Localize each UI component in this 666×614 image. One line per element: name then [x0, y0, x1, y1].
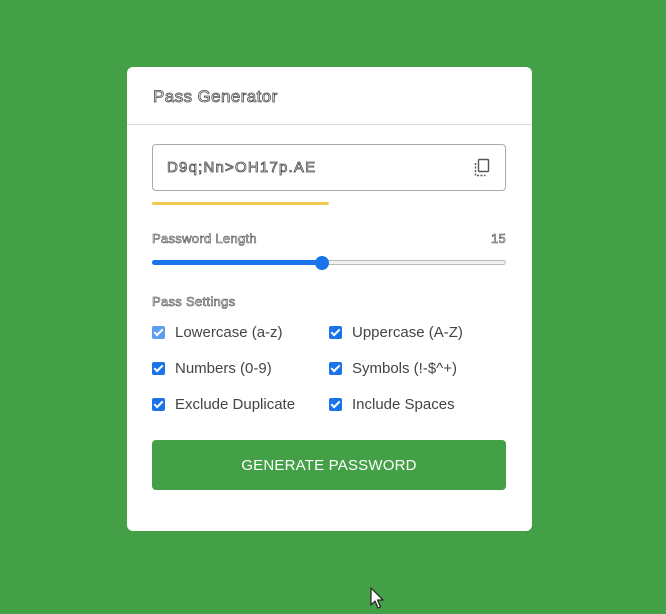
copy-icon[interactable] — [474, 158, 490, 177]
card-title: Pass Generator — [127, 67, 532, 125]
option-label: Uppercase (A-Z) — [352, 323, 463, 341]
option-label: Include Spaces — [352, 395, 455, 413]
option-numbers[interactable]: Numbers (0-9) — [152, 358, 329, 378]
card-body: D9q;Nn>OH17p.AE Password Length 15 Pass … — [127, 125, 532, 490]
slider-fill — [152, 260, 322, 265]
password-display[interactable]: D9q;Nn>OH17p.AE — [152, 144, 506, 191]
password-generator-card: Pass Generator D9q;Nn>OH17p.AE Password … — [127, 67, 532, 531]
option-exclude-duplicate[interactable]: Exclude Duplicate — [152, 394, 329, 414]
numbers-checkbox[interactable] — [152, 361, 165, 375]
option-include-spaces[interactable]: Include Spaces — [329, 394, 506, 414]
strength-indicator — [152, 202, 506, 205]
uppercase-checkbox[interactable] — [329, 325, 342, 339]
option-symbols[interactable]: Symbols (!-$^+) — [329, 358, 506, 378]
length-label: Password Length — [152, 231, 257, 247]
option-label: Lowercase (a-z) — [175, 323, 283, 341]
slider-thumb[interactable] — [314, 256, 329, 270]
settings-options: Lowercase (a-z) Uppercase (A-Z) Numbers … — [152, 322, 506, 414]
lowercase-checkbox[interactable] — [152, 325, 165, 339]
option-uppercase[interactable]: Uppercase (A-Z) — [329, 322, 506, 342]
option-lowercase[interactable]: Lowercase (a-z) — [152, 322, 329, 342]
exclude-duplicate-checkbox[interactable] — [152, 397, 165, 411]
option-label: Symbols (!-$^+) — [352, 359, 457, 377]
generate-password-button[interactable]: GENERATE PASSWORD — [152, 440, 506, 490]
option-label: Numbers (0-9) — [175, 359, 272, 377]
length-slider[interactable] — [152, 256, 506, 270]
strength-bar-fill — [152, 202, 329, 205]
option-label: Exclude Duplicate — [175, 395, 296, 413]
length-row: Password Length 15 — [152, 231, 506, 247]
symbols-checkbox[interactable] — [329, 361, 342, 375]
mouse-cursor-icon — [370, 587, 384, 609]
include-spaces-checkbox[interactable] — [329, 397, 342, 411]
length-value: 15 — [490, 231, 506, 247]
settings-label: Pass Settings — [152, 294, 236, 310]
password-text: D9q;Nn>OH17p.AE — [167, 159, 317, 177]
